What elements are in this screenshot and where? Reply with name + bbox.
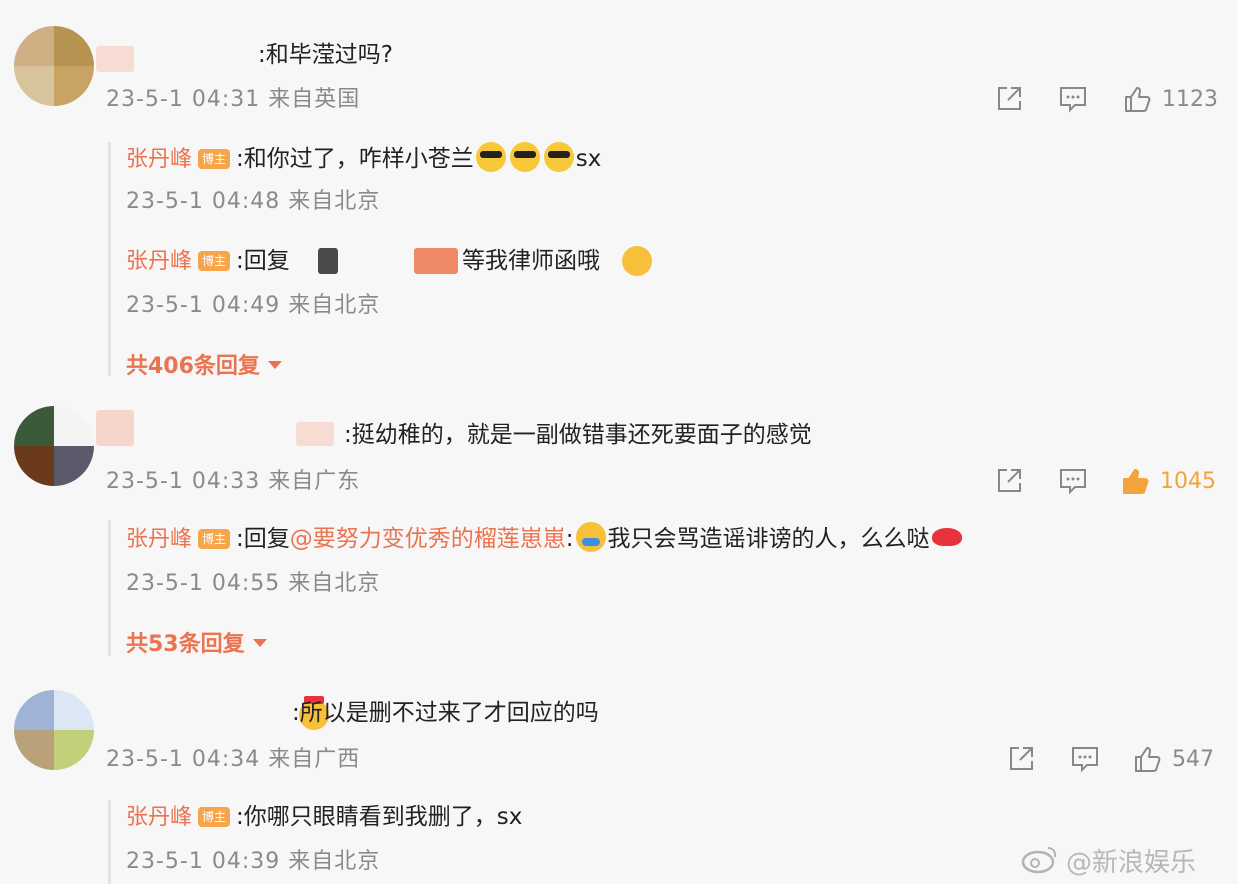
reply-text: :和你过了，咋样小苍兰	[236, 146, 474, 172]
author-badge: 博主	[198, 807, 231, 827]
like-icon	[1125, 87, 1151, 112]
reply-meta: 23-5-1 04:49 来自北京	[126, 293, 381, 318]
like-count: 1045	[1160, 468, 1216, 494]
share-button[interactable]	[994, 466, 1024, 496]
reply-text: :你哪只眼睛看到我删了，sx	[236, 804, 523, 830]
share-icon	[1010, 747, 1033, 770]
reply: 张丹峰 博主:和你过了，咋样小苍兰 sx	[126, 142, 601, 175]
author-badge: 博主	[198, 529, 231, 549]
caret-down-icon	[267, 361, 282, 369]
like-button[interactable]: 547	[1132, 744, 1214, 774]
reply-text: 等我律师函哦	[462, 248, 600, 274]
reply-meta: 23-5-1 04:48 来自北京	[126, 189, 381, 214]
reply-divider	[108, 142, 111, 376]
hug-emoji-icon	[622, 246, 652, 276]
comment-text: :和毕滢过吗?	[258, 42, 393, 68]
sunglasses-emoji-icon	[509, 142, 540, 172]
comment-button[interactable]	[1070, 744, 1100, 774]
author-badge: 博主	[198, 251, 231, 271]
reply-divider	[108, 520, 111, 656]
crying-emoji-icon	[575, 522, 606, 552]
caret-down-icon	[252, 639, 267, 647]
avatar[interactable]	[14, 690, 94, 770]
comment-meta: 23-5-1 04:34 来自广西	[106, 747, 361, 772]
reply-author[interactable]: 张丹峰	[126, 249, 192, 274]
reply: 张丹峰 博主:回复	[126, 246, 290, 277]
more-replies-label: 共53条回复	[126, 632, 245, 657]
reply-prefix: :回复	[236, 526, 290, 552]
reply-text: 我只会骂造谣诽谤的人，么么哒	[607, 526, 930, 552]
comment-text: :所以是删不过来了才回应的吗	[292, 700, 599, 726]
username-redacted	[96, 410, 134, 446]
reply-meta: 23-5-1 04:39 来自北京	[126, 849, 381, 874]
reply: 张丹峰 博主:回复@要努力变优秀的榴莲崽崽: 我只会骂造谣诽谤的人，么么哒	[126, 522, 964, 555]
reply: 张丹峰 博主:你哪只眼睛看到我删了，sx	[126, 802, 522, 833]
reply-prefix: :回复	[236, 248, 290, 274]
comment-button[interactable]	[1058, 84, 1088, 114]
reply-meta: 23-5-1 04:55 来自北京	[126, 571, 381, 596]
share-icon	[998, 469, 1021, 492]
avatar[interactable]	[14, 406, 94, 486]
more-replies-link[interactable]: 共406条回复	[126, 348, 282, 380]
comment-meta: 23-5-1 04:31 来自英国	[106, 87, 361, 112]
kiss-lips-icon	[931, 528, 962, 546]
more-replies-link[interactable]: 共53条回复	[126, 626, 267, 658]
like-count: 547	[1172, 746, 1214, 772]
author-badge: 博主	[198, 149, 231, 169]
mention-redacted	[414, 248, 458, 274]
reply-text-tail: sx	[575, 146, 602, 172]
watermark: @新浪娱乐	[1066, 848, 1197, 878]
reply-divider	[108, 800, 111, 884]
like-icon	[1123, 469, 1149, 494]
comment-meta: 23-5-1 04:33 来自广东	[106, 469, 361, 494]
weibo-logo-icon	[1020, 842, 1060, 874]
username-redacted	[96, 46, 134, 72]
comment-button[interactable]	[1058, 466, 1088, 496]
like-icon	[1135, 747, 1161, 772]
share-button[interactable]	[994, 84, 1024, 114]
comment-icon	[1060, 87, 1086, 113]
sunglasses-emoji-icon	[475, 142, 506, 172]
comment-icon	[1060, 469, 1086, 495]
sunglasses-emoji-icon	[543, 142, 574, 172]
comment-icon	[1072, 747, 1098, 773]
username-redacted	[296, 422, 334, 446]
like-button[interactable]: 1045	[1120, 466, 1216, 496]
mention-link[interactable]: @要努力变优秀的榴莲崽崽	[290, 526, 566, 552]
reply-author[interactable]: 张丹峰	[126, 527, 192, 552]
mention-redacted	[318, 248, 338, 274]
share-icon	[998, 87, 1021, 110]
like-button[interactable]: 1123	[1122, 84, 1218, 114]
reply-author[interactable]: 张丹峰	[126, 805, 192, 830]
reply-author[interactable]: 张丹峰	[126, 147, 192, 172]
like-count: 1123	[1162, 86, 1218, 112]
share-button[interactable]	[1006, 744, 1036, 774]
more-replies-label: 共406条回复	[126, 354, 260, 379]
comment-text: :挺幼稚的，就是一副做错事还死要面子的感觉	[344, 422, 812, 448]
avatar[interactable]	[14, 26, 94, 106]
